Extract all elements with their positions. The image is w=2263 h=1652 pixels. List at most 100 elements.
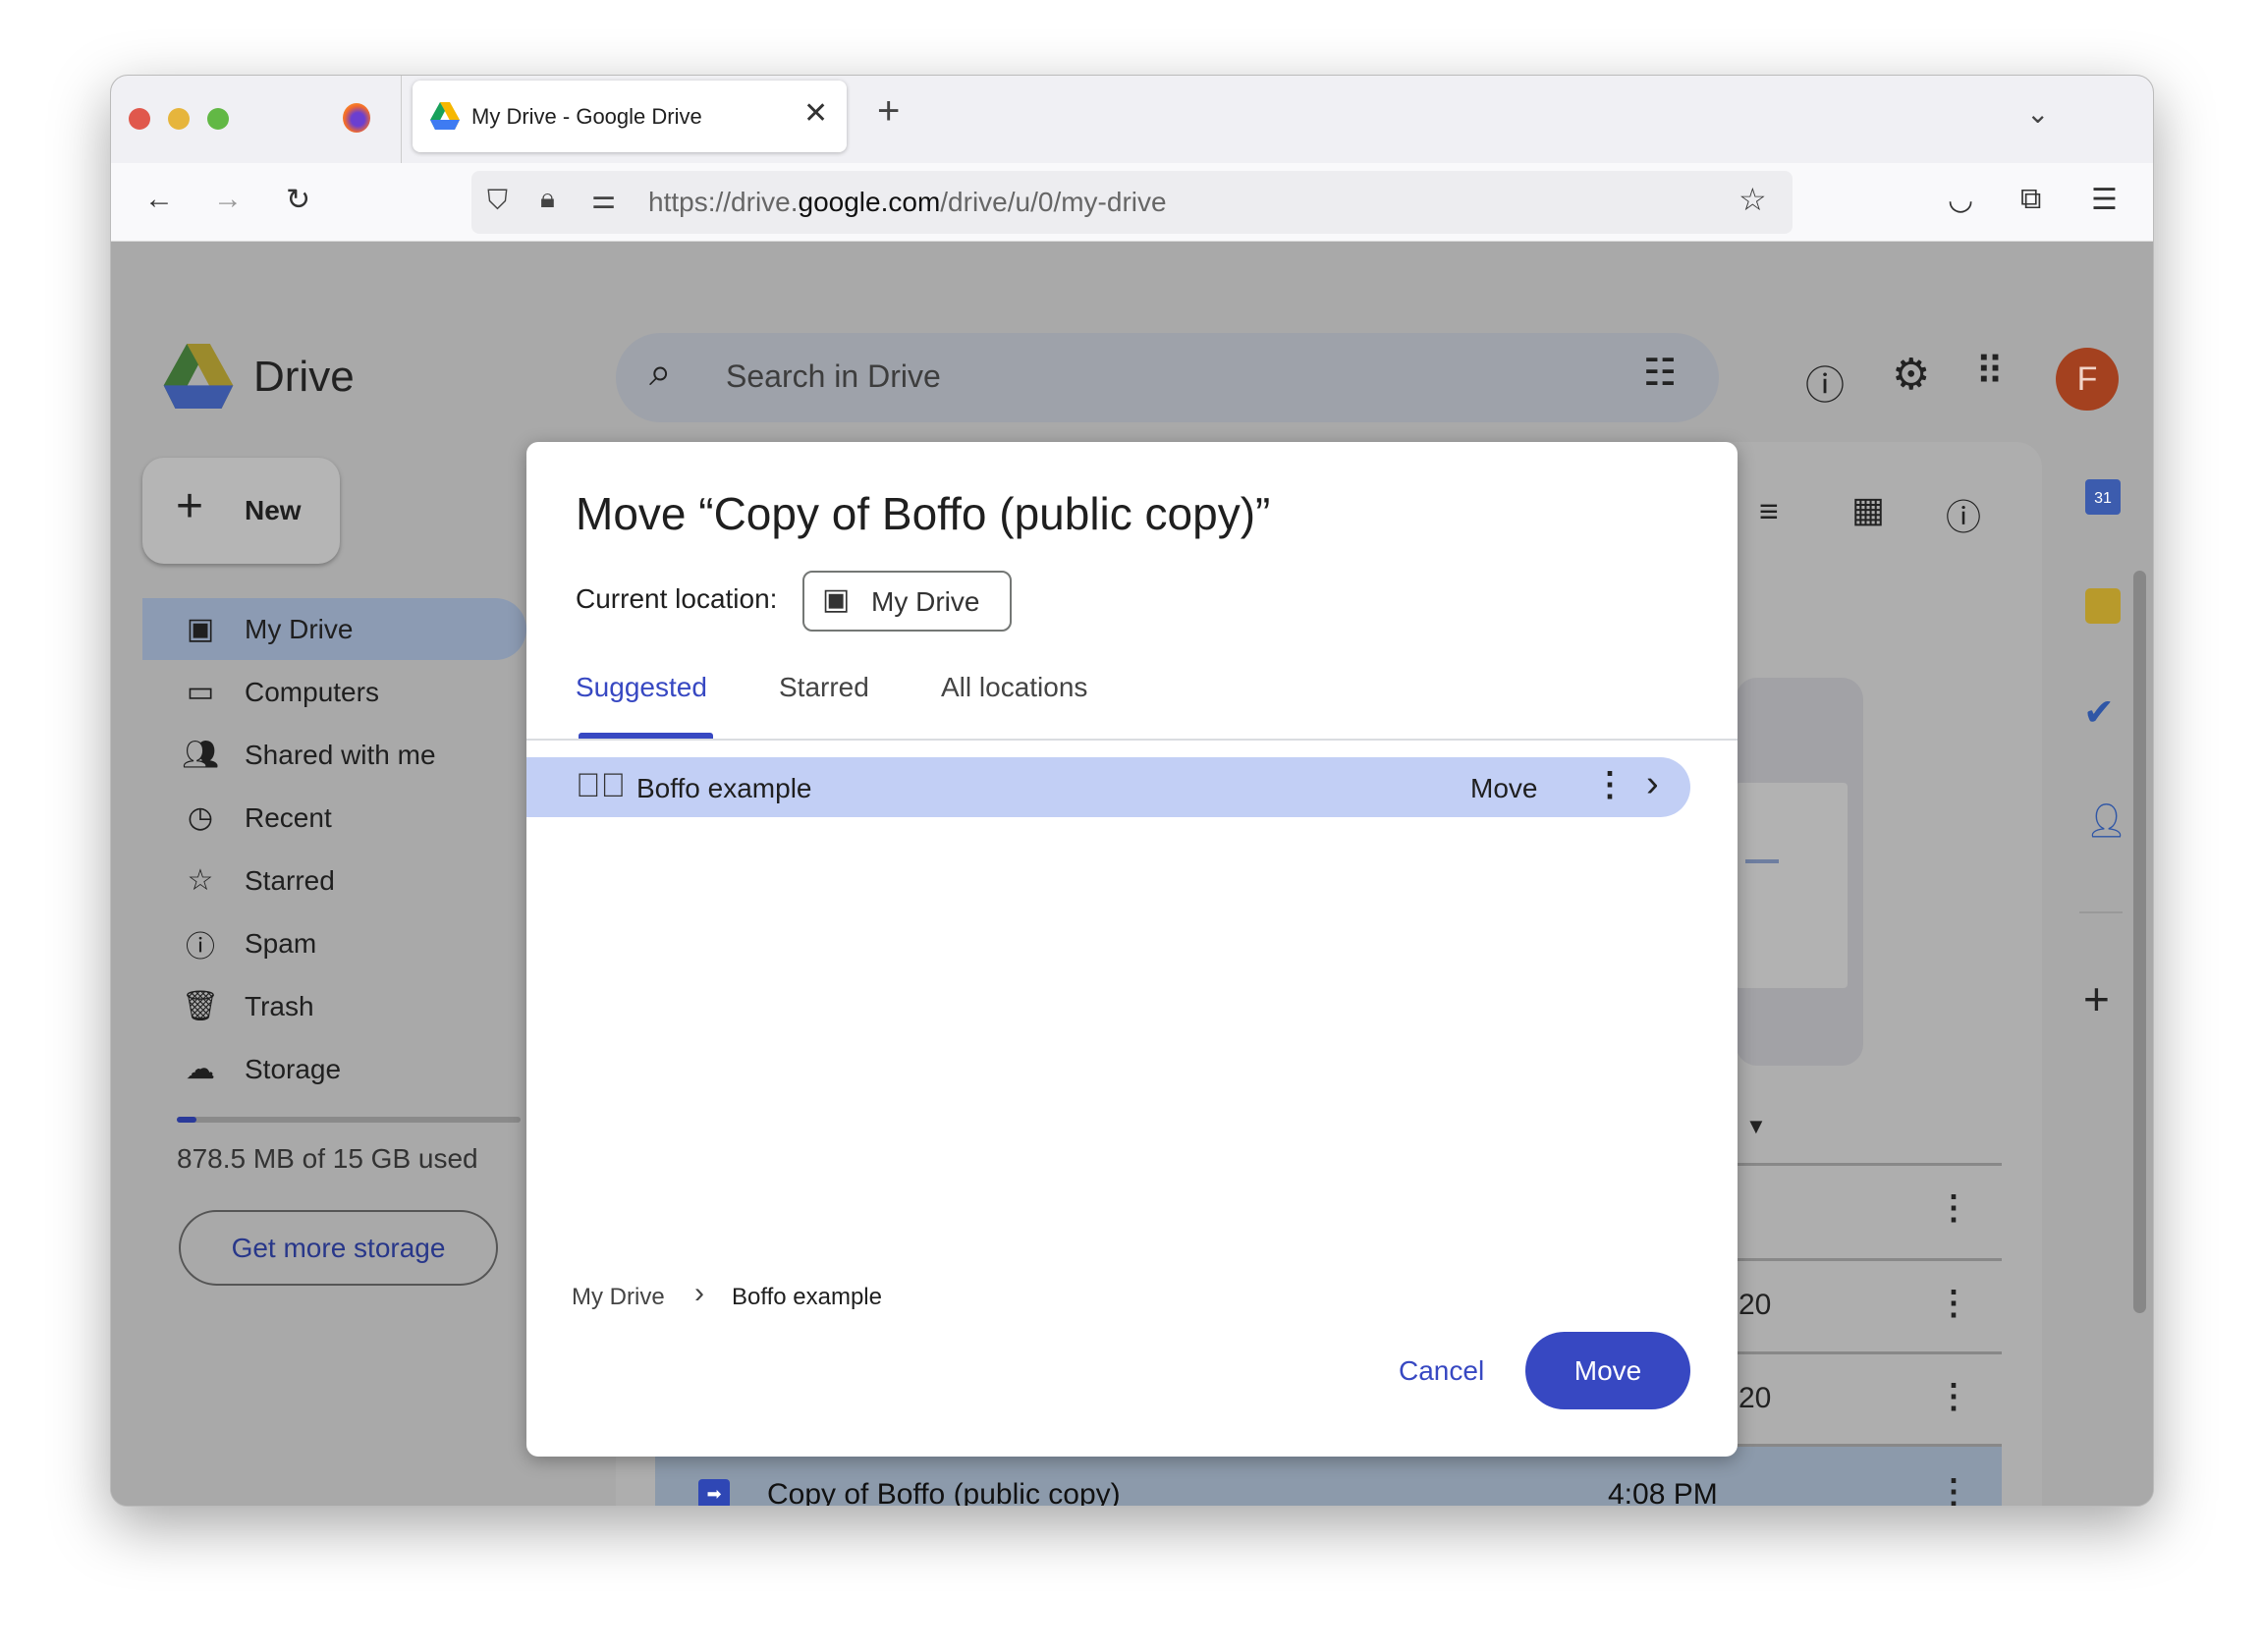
cancel-button[interactable]: Cancel	[1399, 1355, 1484, 1387]
maximize-window-button[interactable]	[207, 108, 229, 130]
divider	[2079, 911, 2123, 913]
sidebar-item-label: Recent	[245, 801, 332, 833]
filter-icon[interactable]: ≡	[1759, 493, 1779, 531]
get-addons-plus-icon[interactable]: +	[2083, 972, 2110, 1025]
shared-icon: 👥︎	[181, 739, 220, 771]
close-window-button[interactable]	[129, 108, 150, 130]
sidebar-item-label: Starred	[245, 864, 335, 896]
drive-logo-icon	[163, 344, 234, 409]
divider	[1736, 1163, 2002, 1166]
new-button[interactable]: + New	[142, 458, 340, 564]
contacts-icon[interactable]: 👤︎	[2085, 801, 2127, 841]
tasks-icon[interactable]: ✔	[2083, 690, 2115, 735]
forward-button[interactable]: →	[213, 183, 243, 216]
menu-icon[interactable]: ☰	[2091, 183, 2118, 217]
my-drive-icon: ▣	[186, 613, 215, 645]
sidebar-item-starred[interactable]: ☆ Starred	[142, 850, 526, 911]
drive-page: Drive ⌕ Search in Drive ☷ ⓘ ⚙ ⠿ F + New …	[111, 242, 2153, 1507]
reload-button[interactable]: ↻	[286, 183, 310, 217]
calendar-icon[interactable]: 31	[2085, 479, 2121, 515]
sidebar-item-label: Storage	[245, 1053, 342, 1084]
details-info-icon[interactable]: ⓘ	[1946, 489, 1981, 540]
pocket-icon[interactable]: ◡	[1948, 183, 1973, 217]
grid-view-icon[interactable]: ▦	[1851, 489, 1885, 530]
url-path: /drive/u/0/my-drive	[940, 187, 1167, 217]
search-icon[interactable]: ⌕	[649, 351, 671, 395]
row-more-icon[interactable]: ⋮	[1937, 1188, 1970, 1228]
current-location-label: Current location:	[576, 583, 778, 614]
close-tab-icon[interactable]: ✕	[803, 96, 828, 131]
get-more-storage-button[interactable]: Get more storage	[179, 1210, 498, 1286]
sidebar-item-my-drive[interactable]: ▣ My Drive	[142, 598, 526, 660]
permissions-icon[interactable]: ⚌	[591, 183, 616, 215]
computers-icon: ▭	[186, 676, 215, 708]
sidebar-item-spam[interactable]: ⓘ Spam	[142, 912, 526, 974]
current-location-chip[interactable]: ▣ My Drive	[802, 571, 1012, 632]
move-button[interactable]: Move	[1525, 1332, 1690, 1409]
star-icon: ☆	[187, 864, 214, 897]
nav-toolbar: ← → ↻ ⛉ 🔒︎ ⚌ https://drive.google.com/dr…	[111, 163, 2153, 242]
tab-my-drive[interactable]: My Drive - Google Drive ✕	[413, 81, 847, 152]
firefox-icon	[343, 103, 370, 133]
avatar[interactable]: F	[2056, 348, 2119, 411]
suggested-card[interactable]	[1736, 678, 1863, 1066]
sidebar-item-storage[interactable]: ☁︎ Storage	[142, 1038, 526, 1100]
check-circle-icon: ✓⃝	[576, 767, 626, 804]
row-more-icon[interactable]: ⋮	[1937, 1284, 1970, 1323]
new-tab-button[interactable]: +	[877, 89, 900, 134]
row-more-icon[interactable]: ⋮	[1937, 1472, 1970, 1506]
tab-title: My Drive - Google Drive	[471, 104, 702, 129]
tab-strip: My Drive - Google Drive ✕ + ⌄	[111, 76, 2153, 163]
shield-icon[interactable]: ⛉	[487, 185, 508, 217]
spam-icon: ⓘ	[186, 930, 215, 964]
storage-text: 878.5 MB of 15 GB used	[177, 1143, 478, 1174]
dialog-title: Move “Copy of Boffo (public copy)”	[576, 488, 1271, 539]
search-options-icon[interactable]: ☷	[1643, 351, 1677, 395]
plus-icon: +	[176, 480, 204, 532]
url-prefix: https://drive.	[648, 187, 799, 217]
sidebar-item-trash[interactable]: 🗑︎ Trash	[142, 975, 526, 1037]
keep-icon[interactable]	[2085, 588, 2121, 624]
trash-icon: 🗑︎	[181, 990, 220, 1022]
back-button[interactable]: ←	[144, 183, 174, 216]
sidebar-item-recent[interactable]: ◷ Recent	[142, 787, 526, 849]
breadcrumb-my-drive[interactable]: My Drive	[572, 1284, 665, 1311]
divider	[1736, 1258, 2002, 1261]
side-panel-expand-icon[interactable]: ›	[2091, 1505, 2100, 1506]
clock-icon: ◷	[187, 801, 214, 834]
divider	[1736, 1351, 2002, 1354]
tab-list-chevron-icon[interactable]: ⌄	[2026, 97, 2049, 130]
folder-move-button[interactable]: Move	[1470, 773, 1537, 804]
browser-window: My Drive - Google Drive ✕ + ⌄ ← → ↻ ⛉ 🔒︎…	[110, 75, 2154, 1507]
file-name: Copy of Boffo (public copy)	[767, 1478, 1121, 1507]
search-bar[interactable]: ⌕ Search in Drive ☷	[616, 333, 1719, 422]
url-text[interactable]: https://drive.google.com/drive/u/0/my-dr…	[648, 187, 1167, 218]
minimize-window-button[interactable]	[168, 108, 190, 130]
file-date: 4:08 PM	[1608, 1478, 1718, 1507]
folder-row-boffo-example[interactable]: ✓⃝ Boffo example Move ⋮ ›	[526, 757, 1690, 817]
move-dialog: Move “Copy of Boffo (public copy)” Curre…	[526, 442, 1738, 1457]
tab-suggested[interactable]: Suggested	[576, 672, 707, 703]
tab-all-locations[interactable]: All locations	[941, 672, 1087, 703]
slides-file-icon: ➡	[698, 1479, 730, 1506]
sort-dropdown-icon[interactable]: ▼	[1745, 1114, 1767, 1139]
app-name: Drive	[253, 353, 355, 401]
sidebar-item-label: Spam	[245, 927, 317, 959]
scrollbar[interactable]	[2133, 571, 2146, 1313]
cloud-icon: ☁︎	[186, 1053, 215, 1085]
search-input[interactable]: Search in Drive	[726, 358, 941, 395]
sidebar-item-computers[interactable]: ▭ Computers	[142, 661, 526, 723]
sidebar-item-shared-with-me[interactable]: 👥︎ Shared with me	[142, 724, 526, 786]
open-folder-chevron-icon[interactable]: ›	[1646, 763, 1659, 805]
url-bar[interactable]: ⛉ 🔒︎ ⚌ https://drive.google.com/drive/u/…	[471, 171, 1793, 234]
lock-icon[interactable]: 🔒︎	[540, 183, 555, 215]
settings-gear-icon[interactable]: ⚙	[1892, 350, 1930, 400]
tab-starred[interactable]: Starred	[779, 672, 869, 703]
breadcrumb-boffo-example: Boffo example	[732, 1284, 882, 1310]
bookmark-star-icon[interactable]: ☆	[1739, 181, 1767, 218]
row-more-icon[interactable]: ⋮	[1937, 1377, 1970, 1416]
folder-more-icon[interactable]: ⋮	[1593, 765, 1627, 804]
extensions-icon[interactable]: ⧉	[2020, 183, 2041, 216]
help-icon[interactable]: ⓘ	[1805, 354, 1845, 411]
apps-grid-icon[interactable]: ⠿	[1975, 350, 2004, 395]
